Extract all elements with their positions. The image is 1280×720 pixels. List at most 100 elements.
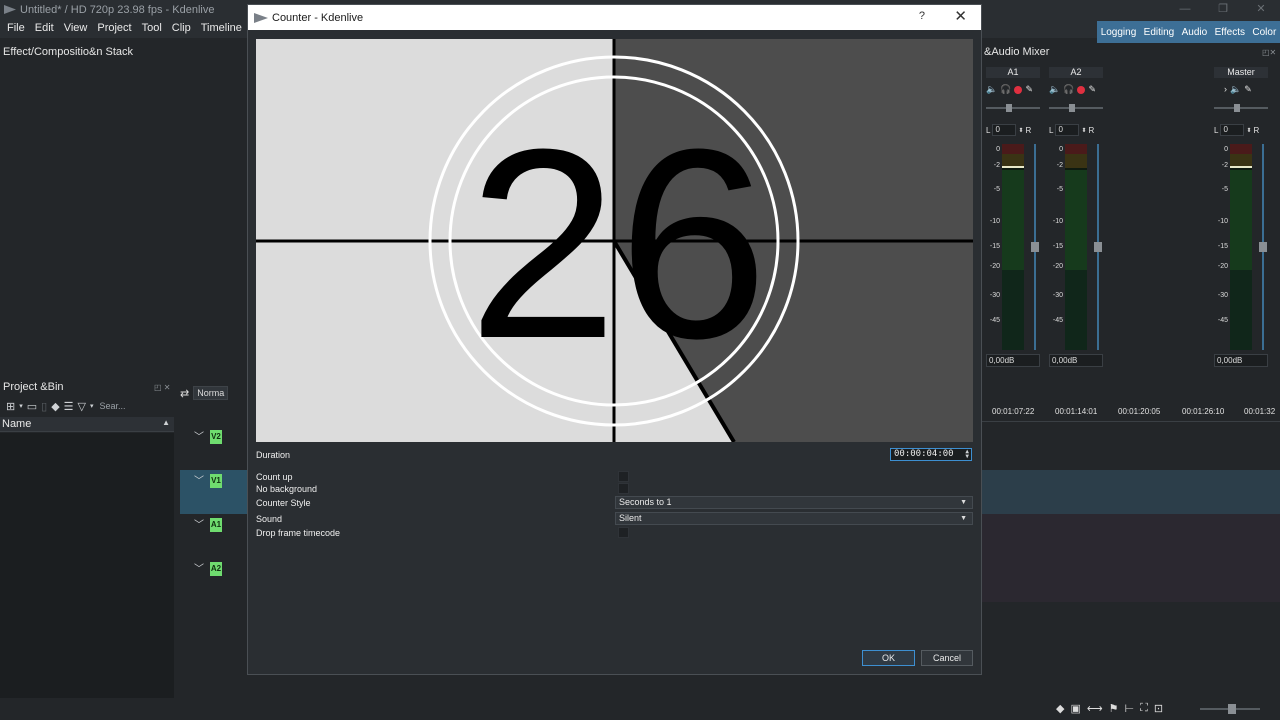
mute-icon[interactable]: 🔈 [986,84,997,95]
pan-knob[interactable] [1006,104,1012,112]
db-tick: -20 [1218,263,1228,270]
menu-timeline[interactable]: Timeline [196,19,247,38]
track-tag[interactable]: A2 [210,562,222,576]
monitor-icon[interactable]: ✎ [1025,84,1033,95]
column-name-header[interactable]: Name [2,418,31,430]
timeline-settings-icon[interactable]: ⇄ [180,387,189,400]
flag-icon[interactable]: ⚑ [1109,702,1119,715]
chevron-right-icon[interactable]: › [1224,84,1227,95]
collapse-icon[interactable]: ﹀ [194,516,204,531]
spin-icon[interactable]: ⬍ [1018,127,1023,134]
db-output[interactable]: 0,00dB [1049,354,1103,367]
volume-knob[interactable] [1031,242,1039,252]
track-tag[interactable]: V2 [210,430,222,444]
track-tag[interactable]: A1 [210,518,222,532]
spin-icon[interactable]: ⬍ [1081,127,1086,134]
save-icon[interactable]: ▣ [1070,702,1080,715]
insert-icon[interactable]: ⊢ [1125,702,1135,715]
timeline-track-a1[interactable] [982,514,1280,558]
timeline-track-v1[interactable] [982,470,1280,514]
zoom-out-icon[interactable]: ⊡ [1154,702,1163,715]
tag-icon[interactable]: ◆ [1056,702,1064,715]
add-clip-icon[interactable]: ⊞ [6,400,15,413]
pan-value[interactable]: 0 [1055,124,1079,136]
delete-icon[interactable]: ▯ [41,400,47,413]
fit-zoom-icon[interactable]: ⛶ [1140,702,1148,715]
pan-slider[interactable] [986,107,1040,109]
layout-tab-color[interactable]: Color [1252,27,1276,38]
menu-clip[interactable]: Clip [167,19,196,38]
bin-clip-list[interactable] [0,433,174,698]
sound-select[interactable]: Silent ▼ [615,512,973,525]
db-output[interactable]: 0,00dB [986,354,1040,367]
layout-tab-logging[interactable]: Logging [1101,27,1137,38]
help-button[interactable]: ? [919,10,925,22]
list-view-icon[interactable]: ☰ [64,400,74,413]
spin-arrows-icon[interactable]: ▲▼ [965,449,969,459]
sort-up-icon[interactable]: ▲ [162,418,170,427]
track-header-a1[interactable]: ﹀ A1 [180,514,248,558]
maximize-button[interactable]: ❐ [1204,0,1242,19]
zoom-knob[interactable] [1228,704,1236,714]
spin-icon[interactable]: ⬍ [1246,127,1251,134]
monitor-icon[interactable]: ✎ [1244,84,1252,95]
counter-style-select[interactable]: Seconds to 1 ▼ [615,496,973,509]
spacer-tool-icon[interactable]: ⟷ [1087,702,1103,715]
menu-edit[interactable]: Edit [30,19,59,38]
filter-dropdown-icon[interactable]: ▾ [90,402,94,410]
menu-tool[interactable]: Tool [137,19,167,38]
cancel-button[interactable]: Cancel [921,650,973,666]
menu-project[interactable]: Project [92,19,136,38]
track-header-v1[interactable]: ﹀ V1 [180,470,248,514]
layout-tab-audio[interactable]: Audio [1182,27,1208,38]
dock-float-close-icon[interactable]: ◰✕ [1262,48,1276,57]
dropdown-arrow-icon[interactable]: ▾ [19,402,23,410]
volume-knob[interactable] [1259,242,1267,252]
pan-slider[interactable] [1049,107,1103,109]
volume-knob[interactable] [1094,242,1102,252]
timeline-ruler[interactable]: 00:01:07:22 00:01:14:01 00:01:20:05 00:0… [982,404,1280,422]
pan-value[interactable]: 0 [992,124,1016,136]
track-header-v2[interactable]: ﹀ V2 [180,426,248,470]
no-background-checkbox[interactable] [618,483,629,494]
collapse-icon[interactable]: ﹀ [194,428,204,443]
bin-search-input[interactable]: Sear... [100,401,126,411]
mute-icon[interactable]: 🔈 [1049,84,1060,95]
pan-slider[interactable] [1214,107,1268,109]
monitor-icon[interactable]: ✎ [1088,84,1096,95]
minimize-button[interactable]: — [1166,0,1204,19]
record-icon[interactable] [1077,86,1085,94]
pan-knob[interactable] [1234,104,1240,112]
filter-icon[interactable]: ▽ [78,400,86,413]
drop-frame-label: Drop frame timecode [256,528,340,538]
collapse-icon[interactable]: ﹀ [194,560,204,575]
sound-label: Sound [256,514,282,524]
drop-frame-checkbox[interactable] [618,527,629,538]
track-tag[interactable]: V1 [210,474,222,488]
menu-view[interactable]: View [59,19,93,38]
layout-tab-effects[interactable]: Effects [1215,27,1245,38]
duration-input[interactable]: 00:00:04:00 ▲▼ [890,448,972,461]
menu-file[interactable]: File [0,19,30,38]
layout-tab-editing[interactable]: Editing [1144,27,1175,38]
tag-icon[interactable]: ◆ [51,400,59,413]
solo-headphones-icon[interactable]: 🎧 [1063,84,1074,95]
track-header-a2[interactable]: ﹀ A2 [180,558,248,602]
ok-button[interactable]: OK [862,650,915,666]
pan-value[interactable]: 0 [1220,124,1244,136]
edit-mode-button[interactable]: Norma [193,386,228,400]
pan-knob[interactable] [1069,104,1075,112]
timeline-track-v2[interactable] [982,426,1280,470]
folder-icon[interactable]: ▭ [27,400,37,413]
db-output[interactable]: 0,00dB [1214,354,1268,367]
close-dialog-button[interactable]: ✕ [954,7,967,25]
timeline-track-a2[interactable] [982,558,1280,602]
bin-column-header[interactable]: Name ▲ [0,417,174,432]
mute-icon[interactable]: 🔈 [1230,84,1241,95]
dock-float-close-icon[interactable]: ◰ ✕ [154,383,170,392]
solo-headphones-icon[interactable]: 🎧 [1000,84,1011,95]
count-up-checkbox[interactable] [618,471,629,482]
close-window-button[interactable]: ✕ [1242,0,1280,19]
collapse-icon[interactable]: ﹀ [194,472,204,487]
record-icon[interactable] [1014,86,1022,94]
